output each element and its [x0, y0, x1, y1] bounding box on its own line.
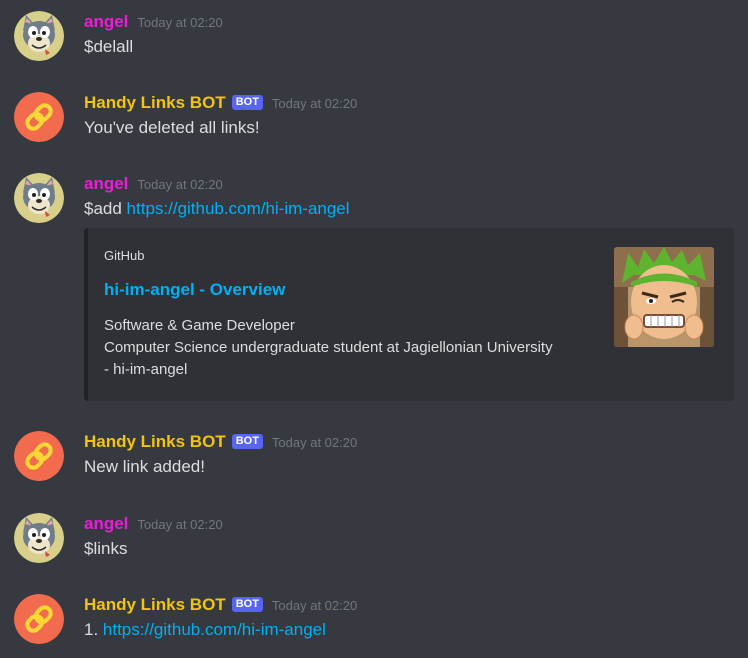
message-timestamp: Today at 02:20 [137, 15, 223, 30]
message-text: $links [84, 539, 128, 558]
message-link[interactable]: https://github.com/hi-im-angel [103, 620, 326, 639]
embed-description-line: Software & Game Developer [104, 317, 295, 334]
message-link[interactable]: https://github.com/hi-im-angel [127, 199, 350, 218]
command-text: $add [84, 199, 127, 218]
message-header: angel Today at 02:20 [84, 173, 223, 195]
anime-character-thumbnail-icon [614, 247, 714, 347]
message-timestamp: Today at 02:20 [271, 598, 358, 613]
cartoon-cat-avatar-icon [14, 11, 64, 61]
author-name[interactable]: angel [84, 173, 128, 195]
embed-description-line: - hi-im-angel [104, 361, 188, 378]
author-name[interactable]: angel [84, 11, 128, 33]
list-number: 1. [84, 620, 103, 639]
message-header: angel Today at 02:20 [84, 11, 223, 33]
author-name[interactable]: Handy Links BOT [84, 594, 226, 616]
avatar[interactable] [14, 92, 64, 142]
author-name[interactable]: angel [84, 513, 128, 535]
bot-badge: BOT [231, 94, 263, 110]
embed-thumbnail[interactable] [614, 247, 714, 347]
message-header: Handy Links BOT BOT Today at 02:20 [84, 594, 357, 616]
message-timestamp: Today at 02:20 [137, 517, 223, 532]
message-header: angel Today at 02:20 [84, 513, 223, 535]
message-text: $delall [84, 37, 134, 56]
chain-link-icon [14, 92, 64, 142]
avatar[interactable] [14, 11, 64, 61]
cartoon-cat-avatar-icon [14, 513, 64, 563]
message-text: You've deleted all links! [84, 118, 260, 137]
message-timestamp: Today at 02:20 [137, 177, 223, 192]
embed-description-line: Computer Science undergraduate student a… [104, 339, 553, 356]
author-name[interactable]: Handy Links BOT [84, 431, 226, 453]
embed-title[interactable]: hi-im-angel - Overview [104, 280, 285, 300]
avatar[interactable] [14, 431, 64, 481]
chat-messages: angel Today at 02:20 $delall Handy Links … [0, 0, 748, 658]
message-timestamp: Today at 02:20 [271, 96, 358, 111]
chain-link-icon [14, 431, 64, 481]
author-name[interactable]: Handy Links BOT [84, 92, 226, 114]
message-text: $add https://github.com/hi-im-angel [84, 198, 350, 220]
message-header: Handy Links BOT BOT Today at 02:20 [84, 431, 357, 453]
bot-badge: BOT [231, 596, 263, 612]
avatar[interactable] [14, 173, 64, 223]
embed-provider[interactable]: GitHub [104, 248, 144, 263]
avatar[interactable] [14, 594, 64, 644]
message-timestamp: Today at 02:20 [271, 435, 358, 450]
message-header: Handy Links BOT BOT Today at 02:20 [84, 92, 357, 114]
cartoon-cat-avatar-icon [14, 173, 64, 223]
message-text: 1. https://github.com/hi-im-angel [84, 619, 326, 641]
embed-description: Software & Game Developer Computer Scien… [104, 315, 604, 381]
message-text: New link added! [84, 457, 205, 476]
chain-link-icon [14, 594, 64, 644]
avatar[interactable] [14, 513, 64, 563]
link-embed: GitHub hi-im-angel - Overview Software &… [84, 228, 734, 401]
bot-badge: BOT [231, 433, 263, 449]
